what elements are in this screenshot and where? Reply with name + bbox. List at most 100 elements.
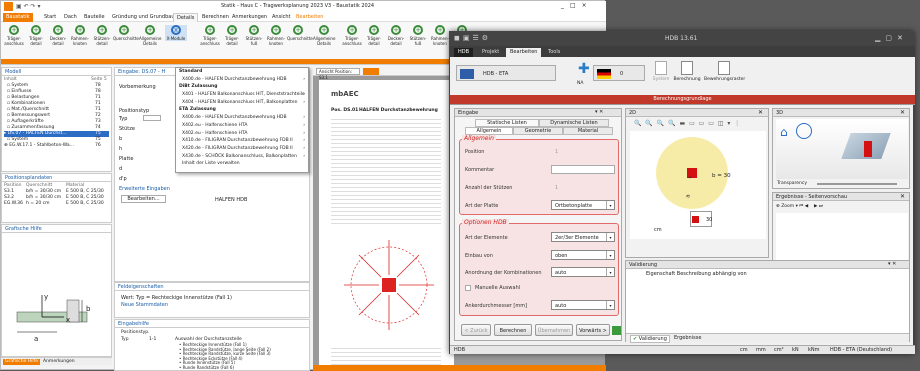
ribbon-x-module[interactable]: x X-Module: [165, 25, 187, 41]
window-controls[interactable]: _□×: [561, 2, 593, 9]
status-unit-cm2[interactable]: cm²: [774, 346, 784, 355]
tab-material[interactable]: Material: [563, 127, 613, 135]
anker-select[interactable]: auto ▾: [551, 300, 615, 310]
tab-details[interactable]: Details: [173, 13, 199, 22]
ribbon-traegeranschluss-3[interactable]: + Träger- anschluss: [341, 25, 363, 46]
ribbon-stuetzenfuss-3[interactable]: + Stützen- fuß: [407, 25, 429, 46]
tab-bearbeiten-hdb[interactable]: Bearbeiten: [506, 48, 542, 57]
art-platte-select[interactable]: Ortbetonplatte ▾: [551, 200, 615, 210]
menu-item[interactable]: X402.eu - Halfenschiene HTA ›: [176, 122, 308, 130]
status-unit-kn[interactable]: kN: [792, 346, 799, 355]
ribbon-rahmenknoten[interactable]: + Rahmen- knoten: [69, 25, 91, 46]
menu-item[interactable]: X402.eu - Halfenschiene HTA ›: [176, 130, 308, 138]
tab-anmerkungen[interactable]: Anmerkungen: [229, 13, 270, 22]
hdb-quick-icons[interactable]: ◼▣☰⚙: [454, 34, 491, 42]
hdb-eta-select[interactable]: HDB - ETA: [456, 65, 556, 81]
tab-ansicht[interactable]: Ansicht: [269, 13, 293, 22]
uebernehmen-button[interactable]: Übernehmen: [535, 324, 573, 336]
tab-anmerkungen-bottom[interactable]: Anmerkungen: [43, 359, 75, 364]
home-icon[interactable]: ⌂: [780, 125, 788, 139]
art-elemente-label: Art der Elemente: [465, 235, 508, 241]
status-unit-knm[interactable]: kNm: [808, 346, 820, 355]
tab-allgemein[interactable]: Allgemein: [465, 127, 513, 135]
na-select[interactable]: 0: [593, 65, 645, 81]
tab-hdb[interactable]: HDB: [454, 48, 474, 57]
einbau-select[interactable]: oben ▾: [551, 250, 615, 260]
ribbon-allgemeine-details-2[interactable]: + Allgemeine Details: [313, 25, 335, 46]
tab-geometrie[interactable]: Geometrie: [513, 127, 563, 135]
menu-item[interactable]: X410.de - FILIGRAN Durchstanzbewehrung F…: [176, 137, 308, 145]
tab-baustatik[interactable]: Baustatik: [3, 13, 33, 22]
menu-item[interactable]: X404 - HALFEN Balkonanschluss HIT, Balko…: [176, 99, 308, 107]
art-elemente-select[interactable]: 2er/3er Elemente ▾: [551, 232, 615, 242]
tab-validierung[interactable]: ✔ Validierung: [630, 335, 670, 343]
tab-bearbeiten[interactable]: Bearbeiten: [293, 13, 326, 22]
tab-grafische-hilfe[interactable]: Grafische Hilfe: [3, 359, 41, 365]
tab-dach[interactable]: Dach: [61, 13, 80, 22]
menu-item-manage[interactable]: Inhalt der Liste verwalten: [176, 160, 308, 168]
preview-tab[interactable]: Ansicht Position: S3.1: [316, 68, 360, 80]
grid-calc-icon[interactable]: [612, 326, 621, 335]
tab-tools[interactable]: Tools: [544, 48, 564, 57]
ribbon-querschnitte-2[interactable]: + Querschnitte: [287, 25, 313, 41]
ribbon-traegerdetail-3[interactable]: + Träger- detail: [363, 25, 385, 46]
view-2d-close-icon[interactable]: ✕: [758, 109, 763, 116]
neue-stammdaten-link[interactable]: Neue Stammdaten: [121, 302, 168, 308]
menu-item[interactable]: X401 - HALFEN Balkonanschluss HIT, Diens…: [176, 91, 308, 99]
manuelle-checkbox[interactable]: [465, 285, 471, 291]
tab-berechnen[interactable]: Berechnen: [199, 13, 232, 22]
bearbeiten-button[interactable]: Bearbeiten...: [121, 195, 166, 203]
berechnen-button[interactable]: Berechnen: [494, 324, 532, 336]
canvas-3d[interactable]: ⌂: [776, 119, 908, 179]
tab-bauteile[interactable]: Bauteile: [81, 13, 108, 22]
system-button[interactable]: System: [652, 61, 670, 82]
berechnung-button[interactable]: Berechnung: [672, 61, 702, 82]
ribbon-deckendetail-3[interactable]: + Decken- detail: [385, 25, 407, 46]
view-3d-close-icon[interactable]: ✕: [900, 109, 905, 116]
ribbon-traegeranschluss[interactable]: + Träger- anschluss: [3, 25, 25, 46]
ribbon-stuetzenfuss[interactable]: + Stützen- fuß: [243, 25, 265, 46]
table-row[interactable]: EG.W.36 h = 20 cm E 500 B, C 25/30: [4, 201, 109, 207]
tab-ergebnisse[interactable]: Ergebnisse: [672, 335, 703, 341]
orbit-icon[interactable]: [796, 123, 812, 139]
typ-field[interactable]: [143, 115, 161, 121]
ergebnisse-toolbar[interactable]: ⊕ Zoom ▾ ⏮ ◀ ▶ ⏭: [776, 203, 908, 211]
tab-start[interactable]: Start: [41, 13, 59, 22]
ribbon-deckendetail[interactable]: + Decken- detail: [47, 25, 69, 46]
ribbon-traegeranschluss-2[interactable]: + Träger- anschluss: [199, 25, 221, 46]
panel-close-icon[interactable]: ▾ ✕: [595, 109, 603, 115]
ribbon-traegerdetail-2[interactable]: + Träger- detail: [221, 25, 243, 46]
tab-gruendung[interactable]: Gründung und Grundbau: [109, 13, 178, 22]
quick-access-icons[interactable]: ▣ ↶ ↷ ▾: [16, 3, 40, 10]
menu-item[interactable]: X400.de - HALFEN Durchstanzbewehrung HDB…: [176, 76, 308, 84]
ribbon-rahmenknoten-2[interactable]: + Rahmen- knoten: [265, 25, 287, 46]
tab-statische-listen[interactable]: Statische Listen: [475, 119, 539, 127]
ribbon-stuetzendetail[interactable]: + Stützen- detail: [91, 25, 113, 46]
ribbon-rahmenknoten-3[interactable]: + Rahmen- knoten: [429, 25, 451, 46]
canvas-2d[interactable]: → b = 30 a 30 cm: [630, 131, 766, 239]
status-unit-mm[interactable]: mm: [756, 346, 766, 355]
transparency-slider[interactable]: [817, 183, 897, 185]
tab-projekt[interactable]: Projekt: [478, 48, 503, 57]
anzahl-label: Anzahl der Stützen: [465, 185, 513, 191]
status-unit-cm[interactable]: cm: [740, 346, 748, 355]
view-2d-toolbar[interactable]: 🔍 🔍 🔍 🔍 ▬ ▭ ▭ ▭ ◫ ▾ ⋮: [634, 120, 741, 127]
hdb-window-controls[interactable]: ▁▢✕: [875, 34, 908, 42]
kommentar-input[interactable]: [551, 165, 615, 174]
tree-item[interactable]: ⊕ EG.W.17.1 - Stahlbeton-Wa... 76: [4, 143, 109, 149]
bewehrungsraster-button[interactable]: Bewehrungsraster: [704, 61, 745, 82]
ribbon-querschnitte[interactable]: + Querschnitte: [113, 25, 139, 41]
zurueck-button[interactable]: < Zurück: [461, 324, 491, 336]
anordnung-select[interactable]: auto ▾: [551, 267, 615, 277]
menu-item[interactable]: X420.de - FILIGRAN Durchstanzbewehrung F…: [176, 145, 308, 153]
validierung-close-icon[interactable]: ▾ ✕: [888, 261, 896, 267]
ribbon-traegerdetail[interactable]: + Träger- detail: [25, 25, 47, 46]
menu-item[interactable]: X400.de - HALFEN Durchstanzbewehrung HDB…: [176, 114, 308, 122]
tab-dynamische-listen[interactable]: Dynamische Listen: [539, 119, 609, 127]
preview-button[interactable]: [363, 68, 379, 75]
ergebnisse-close-icon[interactable]: ✕: [900, 193, 905, 200]
add-node-icon[interactable]: ✚: [578, 62, 592, 77]
vorwaerts-button[interactable]: Vorwärts >: [576, 324, 610, 336]
menu-item[interactable]: X430.de - SCHÖCK Balkonanschluss, Balkon…: [176, 153, 308, 161]
ribbon-allgemeine-details[interactable]: + Allgemeine Details: [139, 25, 161, 46]
